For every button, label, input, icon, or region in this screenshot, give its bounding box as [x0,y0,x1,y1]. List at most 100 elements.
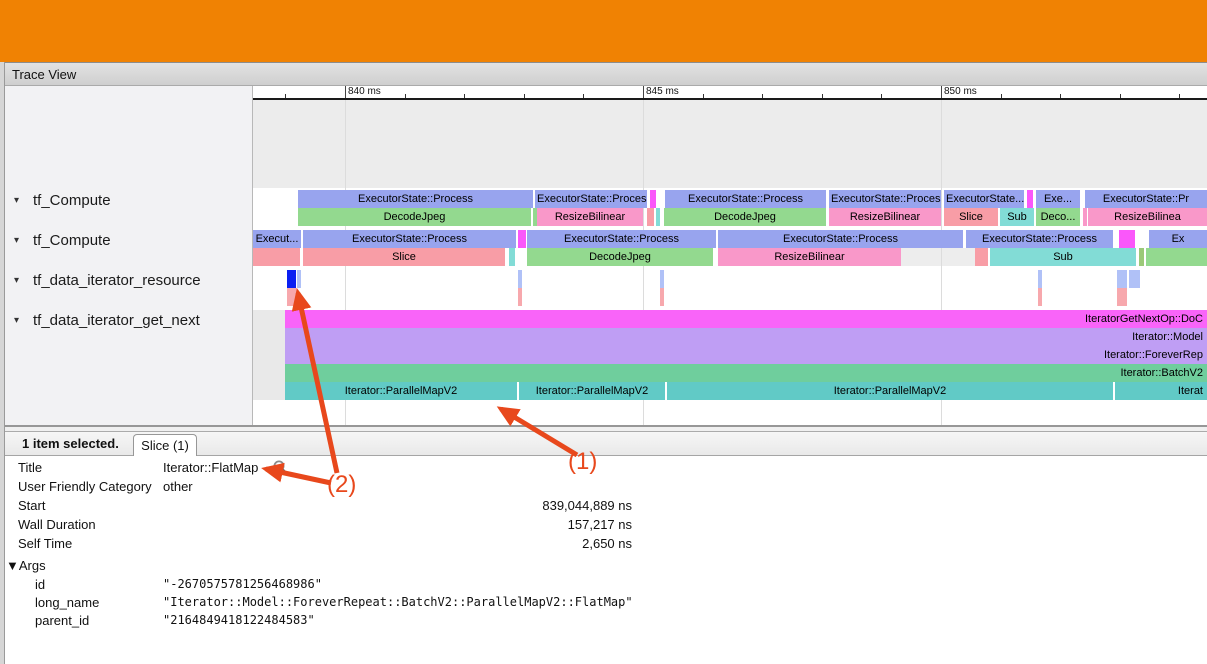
trace-slice[interactable]: ExecutorState::Pr [1085,190,1207,208]
trace-slice[interactable]: ExecutorState::Process [303,230,516,248]
trace-slice[interactable] [650,190,656,208]
trace-slice[interactable] [1119,230,1135,248]
trace-slice[interactable]: Sub [990,248,1136,266]
trace-slice[interactable]: IteratorGetNextOp::DoC [285,310,1207,328]
ruler-tick-label: 845 ms [646,86,679,97]
trace-slice[interactable]: ExecutorState::Process [527,230,716,248]
args-collapse-header[interactable]: ▼Args [6,558,46,573]
ruler-minor-tick [1060,94,1061,98]
trace-slice[interactable]: ExecutorState... [944,190,1024,208]
trace-slice[interactable] [287,270,296,288]
trace-slice[interactable] [656,208,660,226]
trace-view-title: Trace View [12,67,76,82]
track-label-text: tf_data_iterator_get_next [33,312,200,329]
trace-slice[interactable]: ResizeBilinear [537,208,643,226]
trace-slice[interactable] [660,270,664,288]
trace-slice[interactable] [518,288,522,306]
trace-slice[interactable]: ExecutorState::Process [829,190,941,208]
horizontal-splitter[interactable] [0,425,1207,432]
trace-slice[interactable]: DecodeJpeg [527,248,713,266]
trace-slice[interactable] [297,270,301,288]
trace-slice[interactable]: Iterat [1115,382,1207,400]
track-label-text: tf_data_iterator_resource [33,272,201,289]
trace-slice[interactable]: Slice [303,248,505,266]
trace-slice[interactable]: ExecutorState::Process [298,190,533,208]
collapse-triangle-icon[interactable]: ▾ [14,235,19,246]
trace-slice[interactable]: Slice [944,208,998,226]
arg-row: parent_id "2164849418122484583" [0,611,1207,630]
track-label-tf_data_iterator_get_next-3[interactable]: ▾ tf_data_iterator_get_next [0,312,252,330]
trace-slice[interactable]: ExecutorState::Process [535,190,647,208]
trace-slice[interactable] [1038,288,1042,306]
trace-slice[interactable]: Sub [1000,208,1034,226]
timeline-canvas[interactable]: 840 ms845 ms850 ms ExecutorState::Proces… [253,86,1207,425]
arg-value: "Iterator::Model::ForeverRepeat::BatchV2… [163,595,633,609]
detail-row: TitleIterator::FlatMap [0,458,1207,477]
details-panel-header: 1 item selected. Slice (1) [0,432,1207,456]
trace-slice[interactable]: Iterator::ForeverRep [285,346,1207,364]
ruler-minor-tick [703,94,704,98]
track-label-tf_Compute-0[interactable]: ▾tf_Compute [0,192,252,210]
trace-slice[interactable] [1146,248,1207,266]
collapse-triangle-icon[interactable]: ▾ [14,315,19,326]
trace-slice[interactable] [287,288,297,306]
track-label-tf_Compute-1[interactable]: ▾tf_Compute [0,232,252,250]
trace-slice[interactable]: ResizeBilinear [829,208,941,226]
trace-slice[interactable]: Iterator::Model [285,328,1207,346]
trace-slice[interactable]: Exe... [1036,190,1080,208]
ruler-minor-tick [1179,94,1180,98]
detail-value: other [163,479,193,494]
trace-slice[interactable]: DecodeJpeg [298,208,531,226]
trace-slice[interactable] [1117,270,1127,288]
collapse-triangle-icon[interactable]: ▾ [14,195,19,206]
selected-count-text: 1 item selected. [22,436,119,451]
trace-slice[interactable] [253,248,300,266]
trace-slice[interactable]: Deco... [1036,208,1080,226]
arg-row: id"-2670575781256468986" [0,575,1207,594]
trace-slice[interactable] [518,270,522,288]
trace-slice[interactable]: ResizeBilinea [1088,208,1207,226]
trace-slice[interactable] [1038,270,1042,288]
trace-slice[interactable] [1139,248,1144,266]
detail-label: Self Time [18,536,72,551]
trace-slice[interactable]: Iterator::BatchV2 [285,364,1207,382]
trace-slice[interactable] [647,208,654,226]
timeline-ruler[interactable]: 840 ms845 ms850 ms [253,86,1207,100]
trace-slice[interactable]: DecodeJpeg [664,208,826,226]
trace-slice[interactable]: ResizeBilinear [718,248,901,266]
track-row-tf-compute-1-ops: DecodeJpegResizeBilinearDecodeJpegResize… [253,208,1207,226]
ruler-minor-tick [762,94,763,98]
ruler-minor-tick [524,94,525,98]
trace-slice[interactable] [1129,270,1140,288]
arg-value: "2164849418122484583" [163,613,315,627]
trace-slice[interactable]: Iterator::ParallelMapV2 [519,382,665,400]
collapse-triangle-icon[interactable]: ▾ [14,275,19,286]
trace-slice[interactable]: Ex [1149,230,1207,248]
tab-slice[interactable]: Slice (1) [133,434,197,456]
trace-slice[interactable]: ExecutorState::Process [718,230,963,248]
trace-slice[interactable]: ExecutorState::Process [966,230,1113,248]
trace-slice[interactable]: Execut... [253,230,301,248]
detail-row: Start839,044,889 ns [0,496,1207,515]
track-row-tf-compute-1-executor: ExecutorState::ProcessExecutorState::Pro… [253,190,1207,208]
detail-value: 157,217 ns [163,517,632,532]
detail-label: Wall Duration [18,517,96,532]
detail-label: Title [18,460,42,475]
trace-slice[interactable]: ExecutorState::Process [665,190,826,208]
trace-slice[interactable] [509,248,515,266]
trace-slice[interactable]: Iterator::ParallelMapV2 [667,382,1113,400]
trace-slice[interactable] [1027,190,1033,208]
track-row-iterator-resource-top [253,270,1207,288]
trace-slice[interactable] [660,288,664,306]
arg-row: long_name"Iterator::Model::ForeverRepeat… [0,593,1207,612]
arg-label: parent_id [35,613,89,628]
trace-slice[interactable]: Iterator::ParallelMapV2 [285,382,517,400]
trace-slice[interactable] [975,248,988,266]
track-row-tf-compute-2-executor: Execut...ExecutorState::ProcessExecutorS… [253,230,1207,248]
trace-slice[interactable] [1083,208,1087,226]
trace-slice[interactable] [518,230,526,248]
ruler-major-tick [345,86,346,98]
track-label-tf_data_iterator_resource-2[interactable]: ▾ tf_data_iterator_resource [0,272,252,290]
trace-slice[interactable] [1117,288,1127,306]
ruler-minor-tick [583,94,584,98]
